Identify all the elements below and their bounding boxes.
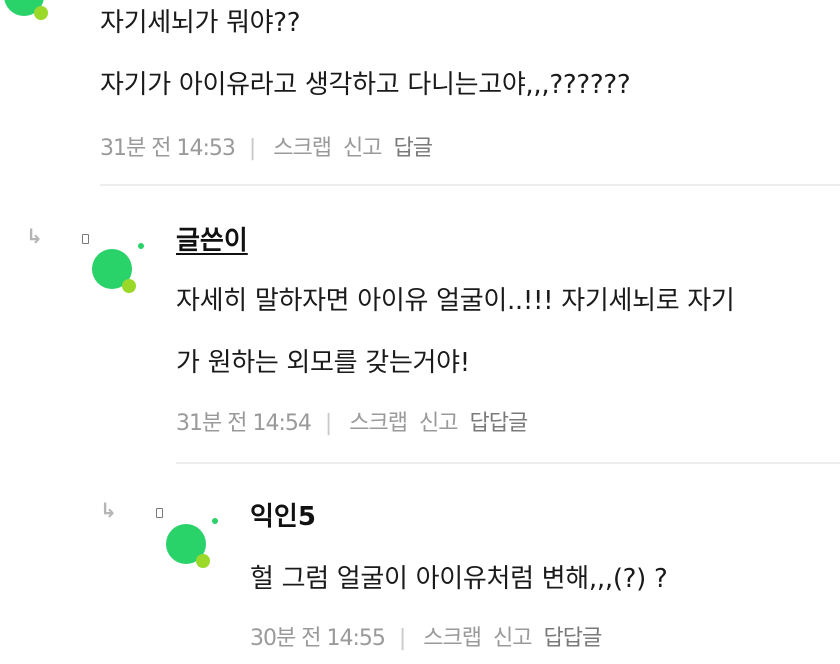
avatar-accent-dot xyxy=(196,554,210,568)
comment-text-line: 헐 그럼 얼굴이 아이유처럼 변해,,,(?) ? xyxy=(250,564,668,594)
meta-separator: | xyxy=(248,136,256,161)
comment-meta: 31분 전 14:53 | 스크랩 신고 답글 xyxy=(100,130,433,162)
avatar xyxy=(4,0,48,20)
report-button[interactable]: 신고 xyxy=(419,411,458,436)
comment-meta: 31분 전 14:54 | 스크랩 신고 답답글 xyxy=(176,405,529,437)
comment-text-line: 자세히 말하자면 아이유 얼굴이..!!! 자기세뇌로 자기 xyxy=(176,286,735,316)
report-button[interactable]: 신고 xyxy=(493,626,532,651)
comment-text-line: 자기가 아이유라고 생각하고 다니는고야,,,?????? xyxy=(100,70,631,100)
meta-separator: | xyxy=(398,626,406,651)
scrap-button[interactable]: 스크랩 xyxy=(273,136,332,161)
reply-button[interactable]: 답답글 xyxy=(470,411,529,436)
scrap-button[interactable]: 스크랩 xyxy=(423,626,482,651)
comment-thread: 자기세뇌가 뭐야?? 자기가 아이유라고 생각하고 다니는고야,,,??????… xyxy=(0,0,840,664)
comment-text-line: 가 원하는 외모를 갖는거야! xyxy=(176,348,470,378)
avatar-accent-dot xyxy=(34,6,48,20)
report-button[interactable]: 신고 xyxy=(343,136,382,161)
comment-author[interactable]: 글쓴이 xyxy=(176,220,248,257)
comment-meta: 30분 전 14:55 | 스크랩 신고 답답글 xyxy=(250,620,603,652)
reply-arrow-icon: ↳ xyxy=(100,498,117,522)
user-badge-icon xyxy=(82,234,89,244)
comment-timestamp: 31분 전 14:53 xyxy=(100,136,236,161)
reply-arrow-icon: ↳ xyxy=(26,224,43,248)
avatar-small-dot xyxy=(138,243,144,249)
comment-timestamp: 30분 전 14:55 xyxy=(250,626,386,651)
scrap-button[interactable]: 스크랩 xyxy=(349,411,408,436)
avatar xyxy=(166,518,218,568)
reply-button[interactable]: 답글 xyxy=(394,136,433,161)
avatar-small-dot xyxy=(212,518,218,524)
avatar-accent-dot xyxy=(122,279,136,293)
comment-timestamp: 31분 전 14:54 xyxy=(176,411,312,436)
comment-text-line: 자기세뇌가 뭐야?? xyxy=(100,8,301,38)
divider xyxy=(176,462,840,464)
comment-author[interactable]: 익인5 xyxy=(250,496,316,533)
reply-button[interactable]: 답답글 xyxy=(544,626,603,651)
meta-separator: | xyxy=(324,411,332,436)
avatar xyxy=(92,243,144,293)
divider xyxy=(100,184,840,186)
user-badge-icon xyxy=(156,508,163,518)
